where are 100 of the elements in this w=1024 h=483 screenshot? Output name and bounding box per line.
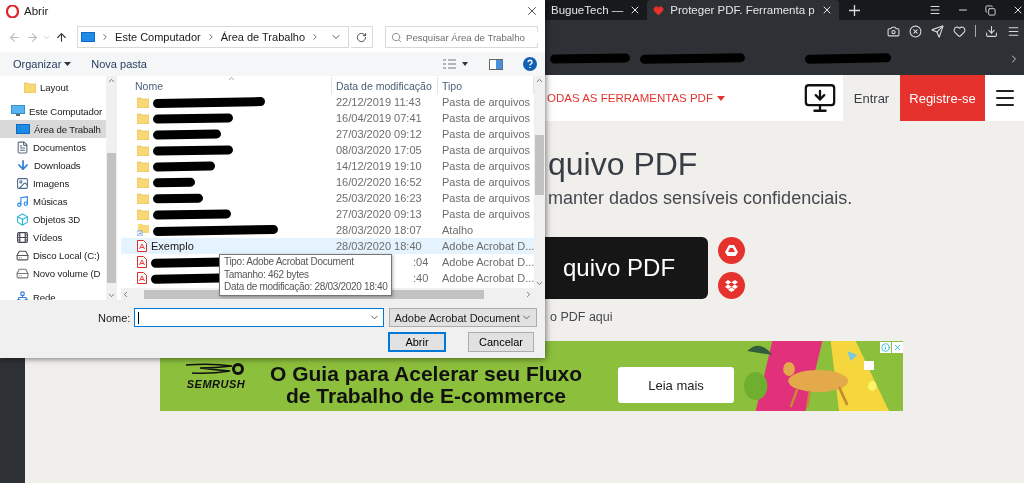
refresh-button[interactable] <box>351 26 373 48</box>
hard-drive-icon <box>16 248 29 262</box>
date-cell: 27/03/2020 09:13 <box>336 208 422 220</box>
nav-item[interactable]: Objetos 3D <box>0 210 106 228</box>
download-icon <box>16 158 30 172</box>
image-icon <box>16 176 29 190</box>
preview-pane-icon[interactable] <box>489 58 503 70</box>
drive-triangle-icon <box>725 245 738 256</box>
nav-item[interactable]: Imagens <box>0 174 106 192</box>
nav-item[interactable]: Downloads <box>0 156 106 174</box>
close-icon[interactable] <box>525 4 539 18</box>
cloud-drive-button[interactable] <box>718 237 745 264</box>
network-icon <box>16 290 29 300</box>
file-row[interactable]: Exemplo 28/03/2020 18:40 Adobe Acrobat D... <box>121 238 534 254</box>
help-icon[interactable] <box>523 57 537 71</box>
close-icon[interactable] <box>1012 4 1024 16</box>
search-icon <box>391 31 402 43</box>
read-more-button[interactable]: Leia mais <box>618 367 734 403</box>
refresh-icon <box>356 31 367 43</box>
scroll-down-icon[interactable] <box>107 291 116 300</box>
scrollbar[interactable] <box>534 76 545 288</box>
date-cell: 28/03/2020 18:07 <box>336 224 422 236</box>
scroll-up-icon[interactable] <box>535 76 544 85</box>
heart-icon[interactable] <box>953 24 966 38</box>
menu-icon[interactable] <box>929 4 941 16</box>
ad-headline: de Trabalho de E-commerce <box>285 385 567 407</box>
dropbox-button[interactable] <box>718 272 745 299</box>
plus-icon[interactable] <box>848 4 860 16</box>
breadcrumb-item[interactable]: Área de Trabalho <box>220 31 306 43</box>
column-header[interactable]: Data de modificação <box>332 77 438 94</box>
scroll-thumb[interactable] <box>107 153 116 283</box>
type-cell-text: Pasta de arquivos <box>441 112 532 124</box>
nav-item[interactable]: Documentos <box>0 138 106 156</box>
browser-tab[interactable]: BugueTech — <box>545 0 648 20</box>
file-name: Exemplo <box>151 240 194 252</box>
scroll-right-icon[interactable] <box>524 289 533 299</box>
signup-button[interactable]: Registre-se <box>900 75 985 121</box>
organize-button[interactable]: Organizar <box>13 58 72 70</box>
filename-field[interactable] <box>134 308 385 327</box>
date-cell: 25/03/2020 16:23 <box>336 192 422 204</box>
scroll-left-icon[interactable] <box>121 289 130 299</box>
scrollbar[interactable] <box>106 76 117 300</box>
nav-link[interactable]: ODAS AS FERRAMENTAS PDF <box>547 92 725 104</box>
date-cell: :04 <box>413 256 429 268</box>
desktop-icon <box>16 123 30 135</box>
ad-headline: O Guia para Acelerar seu Fluxo <box>270 363 582 385</box>
login-link[interactable]: Entrar <box>843 75 900 121</box>
file-type-dropdown[interactable]: Adobe Acrobat Document <box>389 308 538 327</box>
nav-item[interactable]: Músicas <box>0 192 106 210</box>
music-note-icon <box>16 194 29 208</box>
shortcut-folder-icon <box>137 224 149 236</box>
nav-item[interactable]: Rede <box>0 288 106 300</box>
caret-icon <box>716 95 725 101</box>
document-icon <box>16 140 29 154</box>
camera-icon[interactable] <box>887 24 900 38</box>
breadcrumb-item[interactable]: Este Computador <box>115 31 201 43</box>
page-heading: quivo PDF <box>548 145 698 183</box>
monitor-download-icon[interactable] <box>803 81 837 115</box>
nav-item[interactable]: Área de Trabalh <box>0 120 106 138</box>
pdf-file-icon <box>137 240 147 252</box>
restore-icon[interactable] <box>985 4 996 16</box>
folder-icon <box>137 112 149 124</box>
dialog-button[interactable]: Abrir <box>388 332 446 352</box>
pdf-file-icon <box>137 272 147 284</box>
nav-item[interactable]: Disco Local (C:) <box>0 246 106 264</box>
type-cell-text: Pasta de arquivos <box>441 128 532 140</box>
column-header[interactable]: Nome <box>121 77 332 94</box>
filename-label: Nome: <box>98 311 131 324</box>
cube-icon <box>16 212 29 226</box>
heart-icon <box>653 4 665 16</box>
type-cell-text: Pasta de arquivos <box>441 208 532 220</box>
close-circle-icon[interactable] <box>909 24 922 38</box>
scroll-up-icon[interactable] <box>107 76 116 85</box>
sort-caret-icon <box>227 74 236 83</box>
hard-drive-icon <box>16 266 29 280</box>
date-cell: 16/02/2020 16:52 <box>336 176 422 188</box>
search-field[interactable]: Pesquisar Área de Trabalho <box>385 26 538 48</box>
folder-icon <box>137 128 149 140</box>
type-cell-text: Pasta de arquivos <box>441 192 532 204</box>
open-box-icon <box>725 279 738 292</box>
nav-item[interactable]: Este Computador <box>0 102 106 120</box>
type-cell-text: Pasta de arquivos <box>441 144 532 156</box>
folder-icon <box>137 144 149 156</box>
address-bar[interactable]: Este Computador Área de Trabalho <box>77 26 350 48</box>
nav-item[interactable]: Novo volume (D <box>0 264 106 282</box>
folder-icon <box>137 160 149 172</box>
menu-icon[interactable] <box>1007 24 1020 38</box>
caret-icon <box>64 62 72 66</box>
dialog-button[interactable]: Cancelar <box>468 332 534 352</box>
new-folder-button[interactable]: Nova pasta <box>91 58 147 70</box>
view-list-icon[interactable] <box>443 59 469 69</box>
send-icon[interactable] <box>931 24 944 38</box>
scroll-down-icon[interactable] <box>535 279 544 288</box>
download-icon[interactable] <box>985 24 998 38</box>
nav-item[interactable]: Vídeos <box>0 228 106 246</box>
browser-tab[interactable]: Proteger PDF. Ferramenta p <box>647 0 839 20</box>
brand-name: SEMRUSH <box>186 378 246 390</box>
scroll-thumb[interactable] <box>535 135 544 195</box>
nav-item[interactable]: Layout <box>0 78 106 96</box>
type-cell-text: Atalho <box>441 224 475 236</box>
